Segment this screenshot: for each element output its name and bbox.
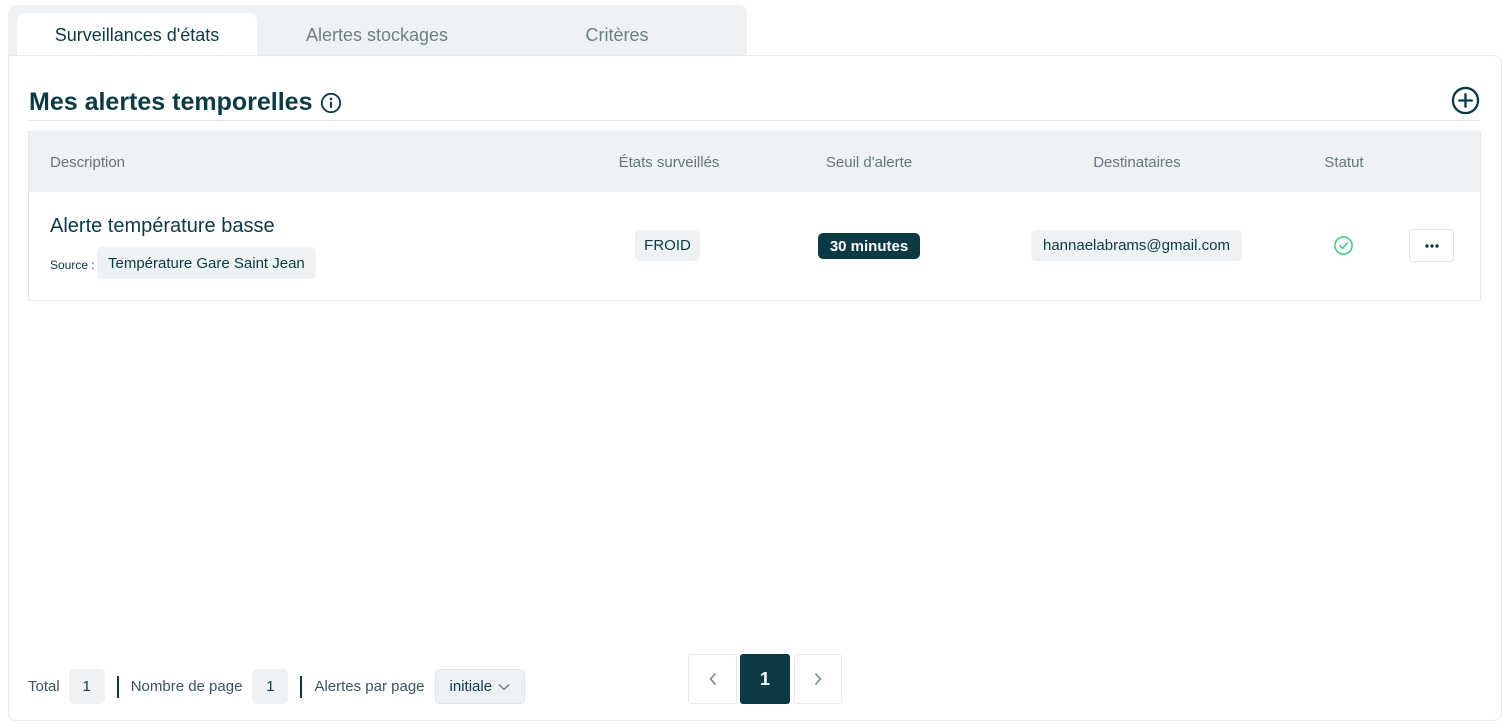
seuil-badge: 30 minutes: [818, 233, 920, 259]
chevron-left-icon: [709, 673, 716, 685]
pages-value: 1: [252, 669, 289, 704]
alert-title: Alerte température basse: [50, 215, 275, 237]
check-circle-icon: [1334, 236, 1353, 255]
destinataire-chip: hannaelabrams@gmail.com: [1031, 230, 1242, 261]
page-button-current[interactable]: 1: [740, 654, 790, 704]
page-title: Mes alertes temporelles: [29, 88, 313, 116]
table-row[interactable]: Alerte température basse Source : Tempér…: [29, 192, 1480, 300]
total-value: 1: [68, 669, 105, 704]
table-footer: Total 1 Nombre de page 1 Alertes par pag…: [28, 669, 526, 704]
title-divider: [29, 120, 1480, 121]
more-horizontal-icon: [1424, 243, 1439, 248]
prev-page-button[interactable]: [688, 654, 737, 704]
chevron-down-icon: [498, 683, 510, 690]
info-circle-icon[interactable]: [320, 92, 342, 114]
per-page-label: Alertes par page: [314, 678, 425, 695]
per-page-select[interactable]: initiale: [434, 669, 526, 704]
source-chip: Température Gare Saint Jean: [97, 247, 316, 279]
row-actions-button[interactable]: [1409, 229, 1454, 262]
chevron-right-icon: [814, 673, 822, 685]
footer-divider: [116, 675, 119, 698]
col-etats: États surveillés: [618, 153, 720, 171]
source-label: Source :: [50, 258, 95, 272]
col-seuil: Seuil d'alerte: [825, 153, 913, 171]
total-label: Total: [28, 678, 60, 695]
table-header: Description États surveillés Seuil d'ale…: [29, 132, 1480, 192]
tabs-bar: Surveillances d'états Alertes stockages …: [8, 5, 747, 57]
col-statut: Statut: [1324, 153, 1364, 171]
tab-surveillances-etats[interactable]: Surveillances d'états: [17, 13, 257, 57]
section-header: Mes alertes temporelles: [29, 88, 342, 117]
col-destinataires: Destinataires: [1093, 153, 1181, 171]
per-page-value: initiale: [449, 678, 493, 695]
add-alert-button[interactable]: [1451, 86, 1480, 115]
tab-criteres[interactable]: Critères: [497, 13, 737, 57]
tab-alertes-stockages[interactable]: Alertes stockages: [257, 13, 497, 57]
etat-chip: FROID: [635, 230, 700, 261]
footer-divider: [300, 675, 303, 698]
alerts-table: Description États surveillés Seuil d'ale…: [28, 131, 1481, 301]
next-page-button[interactable]: [794, 654, 842, 704]
col-description: Description: [50, 153, 126, 171]
pages-label: Nombre de page: [130, 678, 243, 695]
